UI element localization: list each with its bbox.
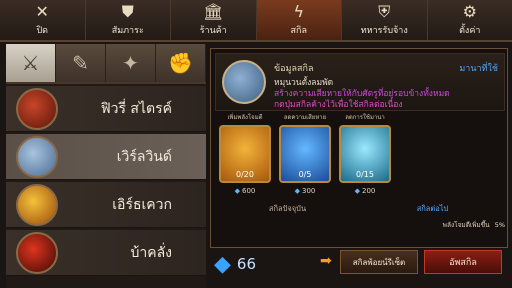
- gun-icon: ✎: [72, 51, 89, 75]
- berserk-icon: [16, 231, 58, 274]
- skill-item-earthquake[interactable]: เอิร์ธเควก: [6, 182, 206, 228]
- skill-list-panel: ⚔ ✎ ✦ ✊ ฟิวรี่ สไตรค์ เวิร์ลวินด์ เอิร์ธ…: [6, 44, 206, 288]
- whirlwind-icon: [222, 60, 266, 104]
- attack-bonus: พลังโจมตีเพิ่มขึ้น 5%: [361, 220, 505, 230]
- gem-icon: ◆: [234, 187, 240, 195]
- close-icon: ✕: [35, 2, 49, 21]
- skill-name: เอิร์ธเควก: [112, 196, 172, 213]
- muscle-icon: ✊: [168, 51, 193, 75]
- wand-icon: ✦: [122, 51, 139, 75]
- skill-info-box: ข้อมูลสกิล มานาที่ใช้ หมุนวนตั้งลมพัด สร…: [215, 53, 505, 111]
- gem-icon: ◆: [294, 187, 300, 195]
- skill-item-berserk[interactable]: บ้าคลั่ง: [6, 230, 206, 276]
- whirlwind-icon: [16, 135, 58, 178]
- tab-label: ร้านค้า: [199, 26, 227, 36]
- tab-current-skill[interactable]: สกิลปัจจุบัน: [215, 202, 360, 216]
- tab-inventory[interactable]: ⛊ สัมภาระ: [86, 0, 171, 40]
- skill-desc-line: กดปุ่มสกิลค้างไว้เพื่อใช้สกิลต่อเนื่อง: [274, 100, 403, 110]
- upgrade-headers: เพิ่มพลังโจมตี ลดความเสียหาย ลดการใช้มาน…: [215, 112, 505, 124]
- gem-counter: ◆ 66: [214, 250, 256, 278]
- skill-name: เวิร์ลวินด์: [116, 148, 172, 165]
- upgrade-count: 0/20: [236, 170, 254, 179]
- category-muscle[interactable]: ✊: [156, 44, 206, 82]
- gem-count: 66: [236, 255, 257, 273]
- earthquake-icon: [16, 183, 58, 226]
- tab-label: ปิด: [36, 26, 49, 36]
- skill-name: บ้าคลั่ง: [130, 244, 172, 261]
- gem-icon: ◆: [354, 187, 360, 195]
- skill-item-fury-strike[interactable]: ฟิวรี่ สไตรค์: [6, 86, 206, 132]
- top-tab-bar: ✕ ปิด ⛊ สัมภาระ 🏛 ร้านค้า ϟ สกิล ⛨ ทหารร…: [0, 0, 512, 42]
- shield-icon: ⛨: [378, 2, 391, 21]
- skill-level-tabs: สกิลปัจจุบัน สกิลต่อไป: [215, 202, 505, 216]
- upgrade-header: เพิ่มพลังโจมตี: [227, 114, 263, 121]
- arrow-right-icon: ➡: [320, 253, 332, 269]
- bonus-value: 5%: [494, 221, 505, 229]
- upgrade-skill-button[interactable]: อัพสกิล: [424, 250, 502, 274]
- upgrade-count: 0/5: [298, 170, 312, 179]
- gear-icon: ⚙: [462, 2, 477, 21]
- tab-settings[interactable]: ⚙ ตั้งค่า: [428, 0, 512, 40]
- category-wand[interactable]: ✦: [106, 44, 156, 82]
- bonus-label: พลังโจมตีเพิ่มขึ้น: [442, 221, 490, 229]
- category-gun[interactable]: ✎: [56, 44, 106, 82]
- skill-item-whirlwind[interactable]: เวิร์ลวินด์: [6, 134, 206, 180]
- upgrade-header: ลดความเสียหาย: [283, 114, 327, 121]
- sword-icon: ⚔: [21, 51, 40, 75]
- tab-skills[interactable]: ϟ สกิล: [256, 0, 342, 40]
- tab-label: ตั้งค่า: [459, 26, 481, 36]
- fury-strike-icon: [16, 87, 58, 130]
- shop-icon: 🏛: [203, 2, 224, 21]
- tab-label: สกิล: [290, 26, 307, 36]
- upgrade-header: ลดการใช้มานา: [345, 114, 385, 121]
- upgrade-cost: ◆ 200: [354, 187, 376, 195]
- tab-label: สัมภาระ: [111, 26, 144, 36]
- gem-icon: ◆: [214, 251, 231, 277]
- tab-shop[interactable]: 🏛 ร้านค้า: [171, 0, 257, 40]
- armor-icon: ⛊: [121, 2, 134, 21]
- upgrade-count: 0/15: [356, 170, 374, 179]
- tab-next-skill[interactable]: สกิลต่อไป: [360, 202, 505, 216]
- upgrade-defense-slot[interactable]: 0/5: [279, 125, 331, 183]
- upgrade-cost: ◆ 600: [234, 187, 256, 195]
- upgrade-mana-slot[interactable]: 0/15: [339, 125, 391, 183]
- category-sword[interactable]: ⚔: [6, 44, 56, 82]
- tab-mercenary[interactable]: ⛨ ทหารรับจ้าง: [342, 0, 428, 40]
- tab-close[interactable]: ✕ ปิด: [0, 0, 86, 40]
- tab-label: ทหารรับจ้าง: [360, 26, 408, 36]
- skill-category-tabs: ⚔ ✎ ✦ ✊: [6, 44, 206, 84]
- reset-skill-points-button[interactable]: สกิลพ้อยน์รีเซ็ต: [340, 250, 418, 274]
- skill-info-title: ข้อมูลสกิล: [274, 64, 314, 74]
- skill-detail-panel: ข้อมูลสกิล มานาที่ใช้ หมุนวนตั้งลมพัด สร…: [210, 48, 508, 248]
- skill-name: ฟิวรี่ สไตรค์: [100, 100, 172, 117]
- upgrade-attack-slot[interactable]: 0/20: [219, 125, 271, 183]
- upgrade-cost: ◆ 300: [294, 187, 316, 195]
- mana-cost-label: มานาที่ใช้: [459, 64, 498, 74]
- lightning-icon: ϟ: [293, 2, 305, 21]
